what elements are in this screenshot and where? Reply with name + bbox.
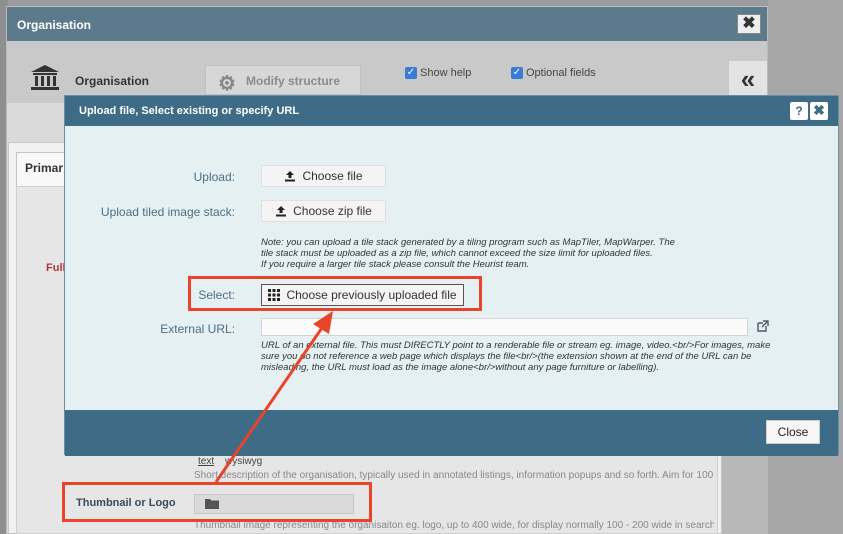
show-help-checkbox[interactable]: ✓ Show help [405, 67, 471, 79]
checkbox-checked-icon: ✓ [511, 67, 523, 79]
url-note-line-3: misleading, the URL must load as the ima… [261, 362, 660, 373]
url-note-line-2: sure you do not reference a web page whi… [261, 351, 752, 362]
full-name-label: Full [46, 262, 66, 274]
dialog-close-icon[interactable]: ✖ [810, 102, 828, 120]
institution-icon [31, 65, 59, 90]
editor-title: Organisation [7, 7, 767, 41]
gear-icon: ⚙ [218, 73, 236, 95]
external-url-input[interactable] [261, 318, 748, 336]
optional-fields-checkbox[interactable]: ✓ Optional fields [511, 67, 596, 79]
choose-file-button[interactable]: Choose file [261, 165, 386, 187]
show-help-label: Show help [420, 67, 472, 79]
short-description-help: Short description of the organisation, t… [194, 470, 714, 481]
dialog-title: Upload file, Select existing or specify … [65, 96, 838, 126]
upload-icon [285, 171, 296, 182]
collapse-panel-icon[interactable]: « [729, 61, 767, 99]
external-link-icon[interactable] [757, 320, 769, 335]
checkbox-checked-icon: ✓ [405, 67, 417, 79]
modify-structure-label: Modify structure [246, 74, 341, 88]
modify-structure-button[interactable]: ⚙ Modify structure [205, 65, 361, 95]
text-mode-link[interactable]: text [198, 456, 214, 467]
external-url-label: External URL: [160, 322, 235, 336]
tiled-note-line-3: If you require a larger tile stack pleas… [261, 259, 530, 270]
wysiwyg-mode-link[interactable]: wysiwyg [225, 456, 262, 467]
choose-zip-label: Choose zip file [293, 204, 372, 218]
upload-label: Upload: [193, 170, 235, 184]
editor-close-icon[interactable]: ✖ [737, 14, 761, 34]
url-note-line-1: URL of an external file. This must DIREC… [261, 340, 771, 351]
close-button[interactable]: Close [766, 420, 820, 444]
tiled-note-line-2: tile stack must be uploaded as a zip fil… [261, 248, 653, 259]
tiled-stack-label: Upload tiled image stack: [100, 205, 235, 219]
thumbnail-highlight-box [62, 482, 372, 522]
optional-fields-label: Optional fields [526, 67, 596, 79]
record-type-label: Organisation [75, 74, 150, 88]
upload-icon [276, 206, 287, 217]
select-highlight-box [188, 276, 482, 311]
dialog-footer: Close [65, 410, 838, 456]
choose-file-label: Choose file [302, 169, 363, 183]
editor-toolbar: Organisation ⚙ Modify structure ✓ Show h… [7, 41, 767, 103]
tiled-note-line-1: Note: you can upload a tile stack genera… [261, 237, 675, 248]
upload-file-dialog: Upload file, Select existing or specify … [64, 95, 839, 456]
choose-zip-button[interactable]: Choose zip file [261, 200, 386, 222]
help-icon[interactable]: ? [790, 102, 808, 120]
